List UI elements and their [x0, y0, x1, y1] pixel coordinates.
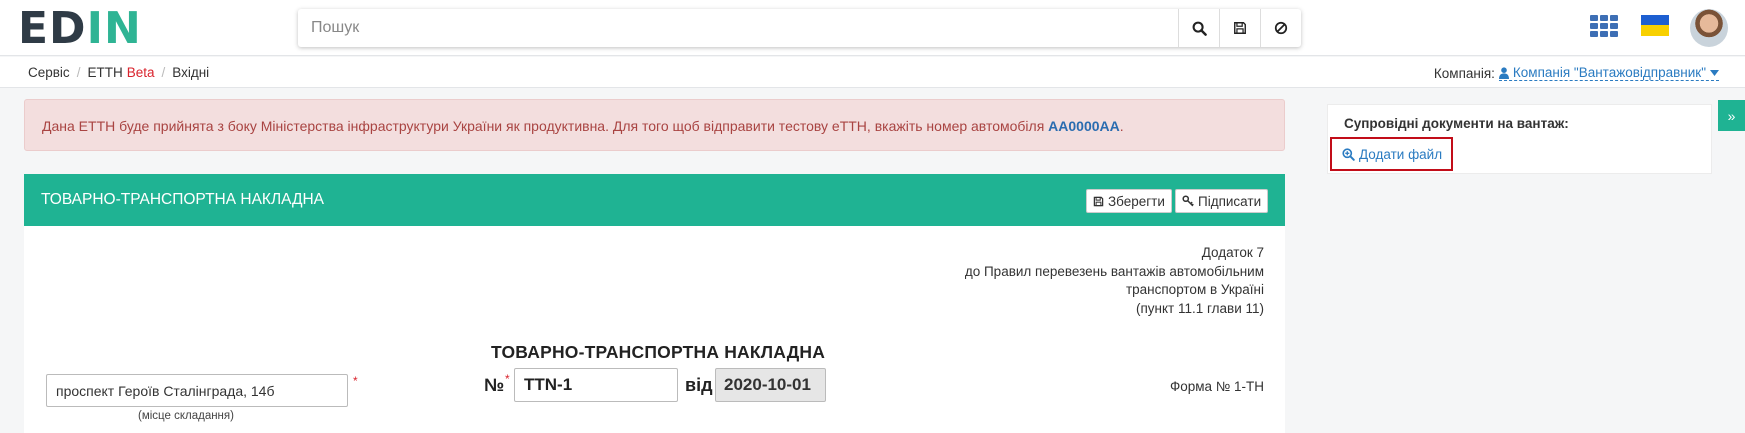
appendix-note: Додаток 7 до Правил перевезень вантажів …	[965, 244, 1264, 318]
breadcrumb-incoming: Вхідні	[172, 65, 210, 80]
edin-logo[interactable]: ED IN	[18, 7, 142, 51]
save-icon	[1234, 22, 1246, 34]
waybill-date-input[interactable]	[715, 368, 826, 402]
company-label: Компанія:	[1433, 65, 1495, 81]
zoom-plus-icon	[1342, 147, 1355, 161]
form-number: Форма № 1-ТН	[1169, 379, 1264, 394]
save-search-button[interactable]	[1219, 9, 1260, 47]
appendix-line: (пункт 11.1 глави 11)	[1135, 300, 1264, 316]
alert-text: Дана ЕТТН буде прийнята з боку Міністерс…	[42, 118, 1049, 134]
sign-button[interactable]: Підписати	[1175, 189, 1269, 213]
key-icon	[1182, 195, 1194, 207]
search-input[interactable]	[298, 9, 1178, 47]
top-navbar: ED IN	[0, 0, 1745, 56]
beta-badge: Beta	[126, 65, 155, 80]
alert-end: .	[1119, 118, 1124, 134]
appendix-line: транспортом в Україні	[1125, 282, 1264, 297]
place-of-issue-input[interactable]	[46, 374, 348, 407]
breadcrumb-service[interactable]: Сервіс	[28, 65, 70, 80]
breadcrumb-bar: Сервіс / ЕТТН Beta / Вхідні Компанія: Ко…	[0, 57, 1745, 88]
document-title: ТОВАРНО-ТРАНСПОРТНА НАКЛАДНА	[491, 342, 826, 362]
breadcrumb: Сервіс / ЕТТН Beta / Вхідні	[28, 65, 209, 80]
panel-header: ТОВАРНО-ТРАНСПОРТНА НАКЛАДНА Зберегти Пі…	[24, 174, 1285, 226]
appendix-line: Додаток 7	[1201, 245, 1264, 260]
breadcrumb-separator: /	[76, 65, 81, 80]
number-label: №	[484, 375, 505, 395]
chevron-double-right-icon: »	[1727, 107, 1736, 124]
collapse-sidebar-button[interactable]: »	[1718, 100, 1745, 131]
company-dropdown[interactable]: Компанія "Вантажовідправник"	[1498, 65, 1719, 81]
save-button[interactable]: Зберегти	[1086, 189, 1172, 213]
production-warning-alert: Дана ЕТТН буде прийнята з боку Міністерс…	[24, 99, 1285, 151]
appendix-line: до Правил перевезень вантажів автомобіль…	[964, 263, 1264, 279]
alert-vehicle-number: AA0000AA	[1048, 118, 1120, 134]
search-button[interactable]	[1178, 9, 1219, 47]
search-icon	[1192, 21, 1207, 36]
user-avatar[interactable]	[1690, 9, 1728, 47]
waybill-number-input[interactable]	[514, 368, 678, 402]
breadcrumb-ettn[interactable]: ЕТТН	[87, 65, 122, 80]
company-selector: Компанія: Компанія "Вантажовідправник"	[1434, 65, 1719, 81]
attached-documents-title: Супровідні документи на вантаж:	[1344, 116, 1569, 131]
date-label: від	[685, 375, 713, 395]
search-bar	[298, 9, 1301, 47]
sign-label: Підписати	[1198, 193, 1262, 209]
panel-title: ТОВАРНО-ТРАНСПОРТНА НАКЛАДНА	[41, 191, 324, 208]
save-icon	[1093, 196, 1104, 206]
required-mark: *	[353, 374, 358, 388]
place-of-issue-caption: (місце складання)	[138, 410, 234, 422]
user-icon	[1498, 66, 1509, 79]
reset-search-button[interactable]	[1260, 9, 1301, 47]
attached-documents-panel: Супровідні документи на вантаж: Додати ф…	[1328, 105, 1711, 173]
waybill-panel: ТОВАРНО-ТРАНСПОРТНА НАКЛАДНА Зберегти Пі…	[24, 174, 1285, 433]
required-mark: *	[505, 372, 510, 386]
ban-icon	[1274, 21, 1288, 35]
save-label: Зберегти	[1108, 193, 1165, 209]
caret-down-icon	[1710, 69, 1719, 76]
add-file-button[interactable]: Додати файл	[1330, 137, 1453, 171]
breadcrumb-separator: /	[161, 65, 166, 80]
apps-grid-icon[interactable]	[1590, 15, 1618, 39]
add-file-label: Додати файл	[1359, 146, 1443, 162]
ukraine-flag-icon[interactable]	[1641, 15, 1669, 36]
company-name: Компанія "Вантажовідправник"	[1512, 65, 1706, 80]
